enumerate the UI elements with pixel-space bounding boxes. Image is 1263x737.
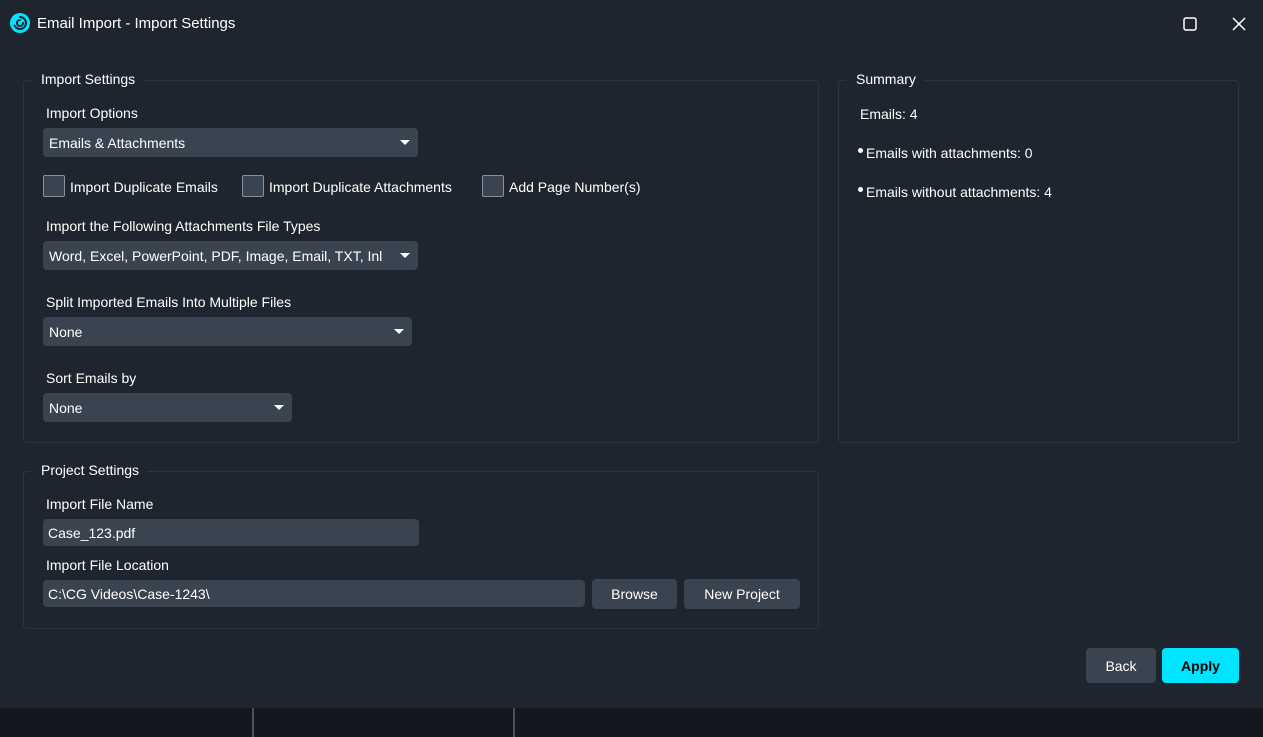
back-button[interactable]: Back [1086,648,1156,683]
summary-without-attachments: Emails without attachments: 4 [866,184,1052,200]
import-file-name-value: Case_123.pdf [48,524,136,541]
file-types-label: Import the Following Attachments File Ty… [46,218,321,234]
chevron-down-icon [400,140,410,145]
window-title: Email Import - Import Settings [37,15,236,32]
sort-emails-select[interactable]: None [43,393,292,422]
import-options-value: Emails & Attachments [49,134,186,151]
chevron-down-icon [394,329,404,334]
bottom-bar [0,708,1263,737]
import-duplicate-emails-checkbox[interactable] [43,175,65,197]
bullet-icon [858,148,863,153]
add-page-numbers-checkbox[interactable] [482,175,504,197]
import-file-location-label: Import File Location [46,557,169,573]
import-options-select[interactable]: Emails & Attachments [43,128,418,157]
import-duplicate-attachments-checkbox[interactable] [242,175,264,197]
sort-emails-label: Sort Emails by [46,370,137,386]
summary-group [838,80,1239,443]
bottom-divider [513,708,515,737]
new-project-button[interactable]: New Project [684,579,800,609]
import-file-name-input[interactable]: Case_123.pdf [43,519,419,546]
bottom-divider [252,708,254,737]
add-page-numbers-label: Add Page Number(s) [509,179,641,195]
import-file-location-input[interactable]: C:\CG Videos\Case-1243\ [43,580,585,607]
import-duplicate-attachments-label: Import Duplicate Attachments [269,179,452,195]
summary-title: Summary [846,71,924,87]
file-types-select[interactable]: Word, Excel, PowerPoint, PDF, Image, Ema… [43,241,418,270]
close-icon[interactable] [1227,12,1251,36]
import-file-name-label: Import File Name [46,496,154,512]
maximize-icon[interactable] [1178,12,1202,36]
file-types-value: Word, Excel, PowerPoint, PDF, Image, Ema… [49,247,383,264]
import-options-label: Import Options [46,105,138,121]
project-settings-title: Project Settings [31,462,148,478]
bullet-icon [858,187,863,192]
chevron-down-icon [400,253,410,258]
import-settings-title: Import Settings [31,71,144,87]
split-emails-value: None [49,323,83,340]
chevron-down-icon [274,405,284,410]
import-file-location-value: C:\CG Videos\Case-1243\ [48,585,210,602]
split-emails-select[interactable]: None [43,317,412,346]
title-bar: Email Import - Import Settings [0,0,1263,48]
browse-button[interactable]: Browse [592,579,677,609]
split-emails-label: Split Imported Emails Into Multiple File… [46,294,292,310]
sort-emails-value: None [49,399,83,416]
import-duplicate-emails-label: Import Duplicate Emails [70,179,218,195]
apply-button[interactable]: Apply [1162,648,1239,683]
summary-emails-count: Emails: 4 [860,106,918,122]
summary-with-attachments: Emails with attachments: 0 [866,145,1033,161]
swirl-logo-icon [10,13,30,33]
